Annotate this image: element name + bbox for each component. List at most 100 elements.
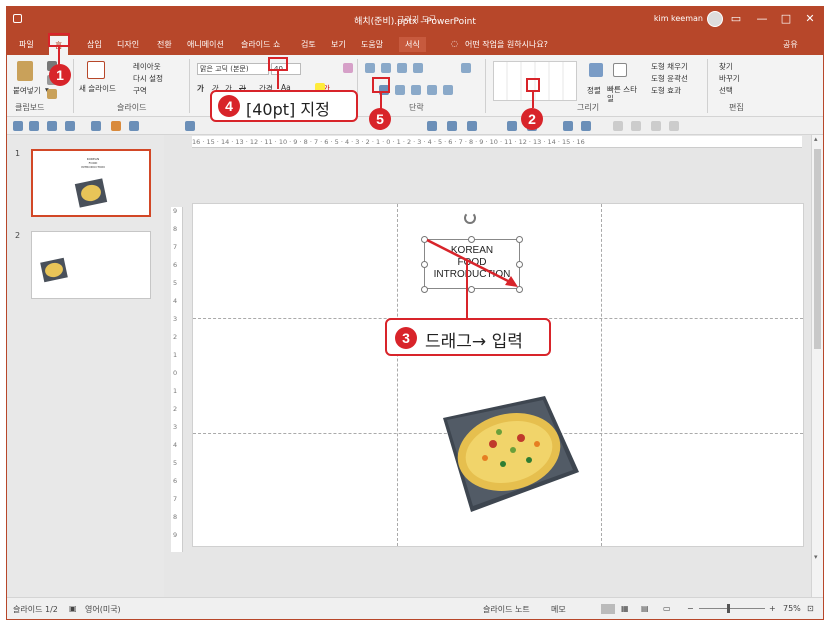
scroll-arrow-down-icon[interactable]: ▾ — [814, 553, 818, 561]
slide-thumbnail-2[interactable] — [31, 231, 151, 299]
resize-handle[interactable] — [468, 286, 475, 293]
new-slide-icon[interactable] — [87, 61, 105, 79]
find-button[interactable]: 찾기 — [719, 61, 733, 72]
slide-sorter-icon[interactable]: ▦ — [621, 604, 629, 613]
zoom-slider-thumb[interactable] — [727, 604, 730, 613]
guide-line[interactable] — [601, 204, 602, 546]
font-name-select[interactable]: 맑은 고딕 (본문) — [197, 63, 269, 75]
align-icon[interactable] — [507, 121, 517, 131]
rotate-icon[interactable] — [563, 121, 573, 131]
comments-button[interactable]: 메모 — [551, 604, 566, 615]
step-4-text: [40pt] 지정 — [246, 100, 330, 119]
layout-button[interactable]: 레이아웃 — [133, 61, 161, 72]
select-button[interactable]: 선택 — [719, 85, 733, 96]
share-button[interactable]: 공유 — [777, 37, 804, 52]
vertical-scrollbar[interactable]: ▴ ▾ — [811, 135, 823, 599]
tell-me-input[interactable]: 어떤 작업을 원하시나요? — [459, 37, 554, 52]
save-icon[interactable] — [13, 121, 23, 131]
maximize-button[interactable]: □ — [775, 11, 797, 27]
reset-button[interactable]: 다시 설정 — [133, 73, 163, 84]
format-icon[interactable] — [467, 121, 477, 131]
quick-styles-button[interactable]: 빠른 스타일 — [607, 85, 637, 103]
resize-handle[interactable] — [421, 236, 428, 243]
resize-handle[interactable] — [421, 286, 428, 293]
group-icon[interactable] — [581, 121, 591, 131]
redo-icon[interactable] — [47, 121, 57, 131]
quick-styles-icon — [613, 63, 627, 77]
paste-icon[interactable] — [17, 61, 33, 81]
columns-icon[interactable] — [443, 85, 453, 95]
shape-fill-button[interactable]: 도형 채우기 — [651, 61, 688, 72]
avatar[interactable] — [707, 11, 723, 27]
spell-check-icon[interactable]: ▣ — [69, 604, 77, 613]
paste-button-label[interactable]: 붙여넣기 — [13, 85, 41, 96]
bold-button[interactable]: 가 — [197, 83, 204, 94]
bullets-icon[interactable] — [365, 63, 375, 73]
ribbon-display-button[interactable]: ▭ — [725, 11, 747, 27]
align-right-icon[interactable] — [411, 85, 421, 95]
decrease-indent-icon[interactable] — [397, 63, 407, 73]
editing-group-label: 편집 — [729, 103, 744, 112]
new-slide-button[interactable]: 새 슬라이드 — [79, 83, 116, 94]
tab-slideshow[interactable]: 슬라이드 쇼 — [235, 37, 286, 52]
tab-format[interactable]: 서식 — [399, 37, 426, 52]
tab-insert[interactable]: 삽입 — [81, 37, 108, 52]
present-icon[interactable] — [91, 121, 101, 131]
tab-transitions[interactable]: 전환 — [151, 37, 178, 52]
scroll-thumb[interactable] — [814, 149, 821, 349]
resize-handle[interactable] — [516, 261, 523, 268]
justify-icon[interactable] — [427, 85, 437, 95]
status-bar: 슬라이드 1/2 ▣ 영어(미국) 슬라이드 노트 메모 ▦ ▤ ▭ − + 7… — [7, 597, 823, 619]
touch-mode-icon[interactable] — [65, 121, 75, 131]
resize-handle[interactable] — [516, 286, 523, 293]
replace-button[interactable]: 바꾸기 — [719, 73, 740, 84]
title-textbox[interactable]: KOREAN FOOD INTRODUCTION — [424, 239, 520, 289]
reading-view-icon[interactable]: ▤ — [641, 604, 649, 613]
arrange-button[interactable]: 정렬 — [587, 85, 601, 96]
zoom-slider[interactable] — [699, 608, 765, 609]
tab-view[interactable]: 보기 — [325, 37, 352, 52]
shapes-icon[interactable] — [185, 121, 195, 131]
tab-animations[interactable]: 애니메이션 — [181, 37, 230, 52]
tab-help[interactable]: 도움말 — [355, 37, 389, 52]
tab-design[interactable]: 디자인 — [111, 37, 145, 52]
format-icon[interactable] — [427, 121, 437, 131]
vertical-ruler-label: 0 — [173, 369, 178, 377]
rotate-handle-icon[interactable] — [464, 212, 476, 224]
vertical-ruler-label: 1 — [173, 351, 178, 359]
normal-view-icon[interactable] — [601, 604, 615, 614]
undo-icon[interactable] — [29, 121, 39, 131]
resize-handle[interactable] — [468, 236, 475, 243]
tab-review[interactable]: 검토 — [295, 37, 322, 52]
scroll-arrow-up-icon[interactable]: ▴ — [814, 135, 818, 143]
fit-slide-icon[interactable]: ⊡ — [807, 604, 814, 613]
user-name[interactable]: kim keeman — [654, 14, 703, 23]
zoom-out-button[interactable]: − — [687, 604, 694, 613]
guide-line[interactable] — [397, 204, 398, 546]
shape-outline-button[interactable]: 도형 윤곽선 — [651, 73, 688, 84]
notes-button[interactable]: 슬라이드 노트 — [483, 604, 530, 615]
numbering-icon[interactable] — [381, 63, 391, 73]
slide-thumbnail-1[interactable]: KOREAN FOOD INTRODUCTION — [31, 149, 151, 217]
resize-handle[interactable] — [421, 261, 428, 268]
section-button[interactable]: 구역 — [133, 85, 147, 96]
increase-indent-icon[interactable] — [413, 63, 423, 73]
zoom-level[interactable]: 75% — [783, 604, 801, 613]
format-painter-icon[interactable] — [47, 89, 57, 99]
text-direction-icon[interactable] — [461, 63, 471, 73]
slide-canvas[interactable]: KOREAN FOOD INTRODUCTION — [192, 203, 804, 547]
clear-format-icon[interactable] — [343, 63, 353, 73]
zoom-in-button[interactable]: + — [769, 604, 776, 613]
color-icon[interactable] — [111, 121, 121, 131]
shape-effects-button[interactable]: 도형 효과 — [651, 85, 681, 96]
align-center-icon[interactable] — [395, 85, 405, 95]
tab-file[interactable]: 파일 — [13, 37, 40, 52]
resize-handle[interactable] — [516, 236, 523, 243]
slideshow-view-icon[interactable]: ▭ — [663, 604, 671, 613]
format-icon[interactable] — [447, 121, 457, 131]
minimize-button[interactable]: — — [751, 11, 773, 27]
close-button[interactable]: ✕ — [799, 11, 821, 27]
food-image[interactable] — [433, 394, 581, 512]
language-indicator[interactable]: 영어(미국) — [85, 604, 121, 615]
new-slide-icon[interactable] — [129, 121, 139, 131]
